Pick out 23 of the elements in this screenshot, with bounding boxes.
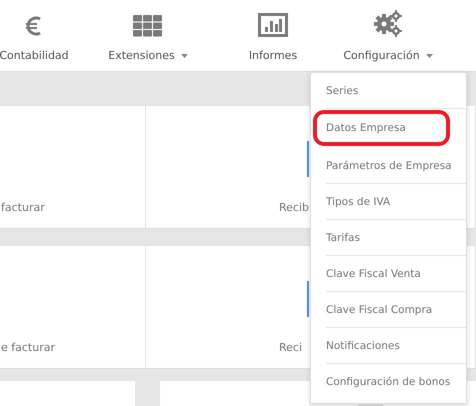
nav-link[interactable]: Contabilidad bbox=[0, 49, 69, 62]
menu-item[interactable]: Datos Empresa bbox=[313, 110, 450, 146]
menu-item[interactable]: Series bbox=[326, 73, 466, 109]
menu-item[interactable]: Configuración de bonos bbox=[326, 364, 466, 399]
nav-link[interactable]: Configuración bbox=[343, 49, 433, 62]
card-label: facturar bbox=[1, 201, 45, 214]
menu-item[interactable]: Clave Fiscal Compra bbox=[326, 292, 466, 328]
card-label: Reci bbox=[279, 341, 302, 354]
gears-icon bbox=[373, 9, 403, 37]
menu-item[interactable]: Parámetros de Empresa bbox=[326, 148, 466, 184]
card-label: e facturar bbox=[1, 341, 55, 354]
bar-chart-icon bbox=[258, 13, 288, 37]
nav-link[interactable]: Informes bbox=[248, 49, 298, 62]
card-label: Recib bbox=[279, 201, 310, 214]
grid-icon bbox=[133, 15, 163, 37]
menu-item[interactable]: Tarifas bbox=[326, 220, 466, 256]
accent-bar bbox=[307, 281, 309, 317]
menu-item[interactable]: Notificaciones bbox=[326, 328, 466, 364]
menu-item[interactable]: Clave Fiscal Venta bbox=[326, 256, 466, 292]
accent-bar bbox=[307, 141, 309, 177]
menu-item[interactable]: Tipos de IVA bbox=[326, 184, 466, 220]
nav-link[interactable]: Extensiones bbox=[108, 49, 188, 62]
euro-icon bbox=[26, 15, 42, 37]
